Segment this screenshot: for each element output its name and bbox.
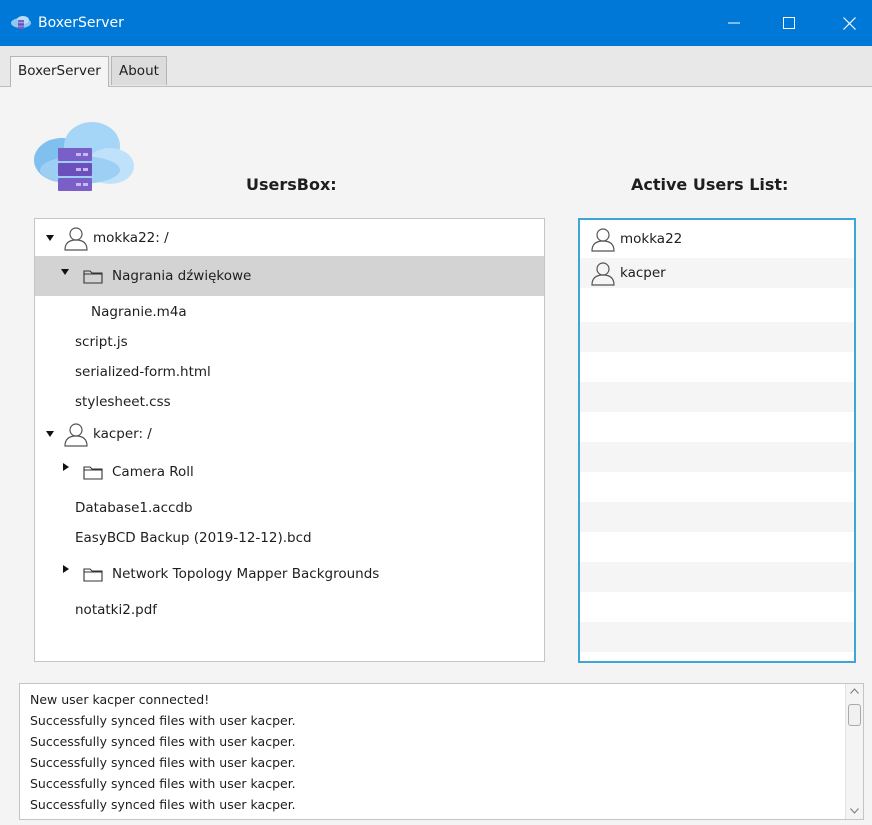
title-bar: BoxerServer <box>0 0 872 46</box>
cloud-server-logo <box>34 122 134 191</box>
minimize-icon <box>728 22 740 24</box>
scroll-down-icon[interactable] <box>850 808 859 814</box>
tab-about[interactable]: About <box>111 56 167 85</box>
empty-row <box>580 562 854 592</box>
expand-arrow-icon[interactable] <box>46 431 54 437</box>
tree-node-label: Camera Roll <box>112 464 194 480</box>
tab-bar: BoxerServer About <box>0 46 872 87</box>
active-user-label: mokka22 <box>620 231 683 247</box>
collapse-arrow-icon[interactable] <box>63 565 69 573</box>
tree-node-folder-network-topology[interactable]: Network Topology Mapper Backgrounds <box>35 555 544 593</box>
log-scrollbar[interactable] <box>845 684 863 819</box>
scroll-up-icon[interactable] <box>850 688 859 694</box>
tree-node-user-mokka22[interactable]: mokka22: / <box>35 223 544 253</box>
folder-icon <box>83 568 103 582</box>
maximize-button[interactable] <box>766 0 812 46</box>
tree-node-label: kacper: / <box>93 426 152 442</box>
log-line: Successfully synced files with user kacp… <box>30 734 296 749</box>
log-line: Successfully synced files with user kacp… <box>30 797 296 812</box>
log-textarea[interactable]: New user kacper connected! Successfully … <box>19 683 864 820</box>
close-icon <box>842 16 856 30</box>
collapse-arrow-icon[interactable] <box>63 463 69 471</box>
log-line: Successfully synced files with user kacp… <box>30 713 296 728</box>
active-user-label: kacper <box>620 265 666 281</box>
tree-node-folder-camera-roll[interactable]: Camera Roll <box>35 453 544 491</box>
tab-boxerserver[interactable]: BoxerServer <box>10 56 109 87</box>
tree-node-label: Nagranie.m4a <box>91 304 187 320</box>
tree-node-label: stylesheet.css <box>75 394 171 410</box>
tree-node-user-kacper[interactable]: kacper: / <box>35 419 544 449</box>
expand-arrow-icon[interactable] <box>61 269 69 275</box>
folder-icon <box>83 270 103 284</box>
active-user-item[interactable]: mokka22 <box>580 224 854 254</box>
tree-node-label: mokka22: / <box>93 230 169 246</box>
empty-row <box>580 622 854 652</box>
tree-node-label: script.js <box>75 334 128 350</box>
tree-node-file[interactable]: notatki2.pdf <box>35 595 544 625</box>
tree-node-file[interactable]: Nagranie.m4a <box>35 297 544 327</box>
tree-node-file[interactable]: stylesheet.css <box>35 387 544 417</box>
scroll-thumb[interactable] <box>848 704 861 726</box>
tree-node-folder-nagrania[interactable]: Nagrania dźwiękowe <box>35 256 544 296</box>
tree-node-file[interactable]: script.js <box>35 327 544 357</box>
tree-node-label: Database1.accdb <box>75 500 193 516</box>
tree-node-label: notatki2.pdf <box>75 602 158 618</box>
log-line: Successfully synced files with user kacp… <box>30 776 296 791</box>
users-tree[interactable]: mokka22: / Nagrania dźwiękowe Nagranie.m… <box>34 218 545 662</box>
active-user-item[interactable]: kacper <box>580 258 854 288</box>
user-icon <box>64 227 88 251</box>
maximize-icon <box>783 17 795 29</box>
active-users-list[interactable]: mokka22 kacper <box>578 218 856 663</box>
minimize-button[interactable] <box>711 0 757 46</box>
active-users-heading: Active Users List: <box>631 175 789 194</box>
usersbox-heading: UsersBox: <box>246 175 337 194</box>
user-icon <box>591 262 615 286</box>
tree-node-label: serialized-form.html <box>75 364 211 380</box>
expand-arrow-icon[interactable] <box>46 235 54 241</box>
user-icon <box>64 423 88 447</box>
tree-node-file[interactable]: serialized-form.html <box>35 357 544 387</box>
folder-icon <box>83 466 103 480</box>
app-cloud-icon <box>11 16 31 29</box>
tree-node-label: EasyBCD Backup (2019-12-12).bcd <box>75 530 312 546</box>
user-icon <box>591 228 615 252</box>
window-title: BoxerServer <box>38 15 124 31</box>
empty-row <box>580 502 854 532</box>
empty-row <box>580 322 854 352</box>
empty-row <box>580 382 854 412</box>
tree-node-file[interactable]: EasyBCD Backup (2019-12-12).bcd <box>35 523 544 553</box>
tree-node-file[interactable]: Database1.accdb <box>35 493 544 523</box>
tree-node-label: Nagrania dźwiękowe <box>112 268 252 284</box>
log-line: Successfully synced files with user kacp… <box>30 755 296 770</box>
empty-row <box>580 442 854 472</box>
close-button[interactable] <box>826 0 872 46</box>
tree-node-label: Network Topology Mapper Backgrounds <box>112 566 380 582</box>
log-line: New user kacper connected! <box>30 692 210 707</box>
